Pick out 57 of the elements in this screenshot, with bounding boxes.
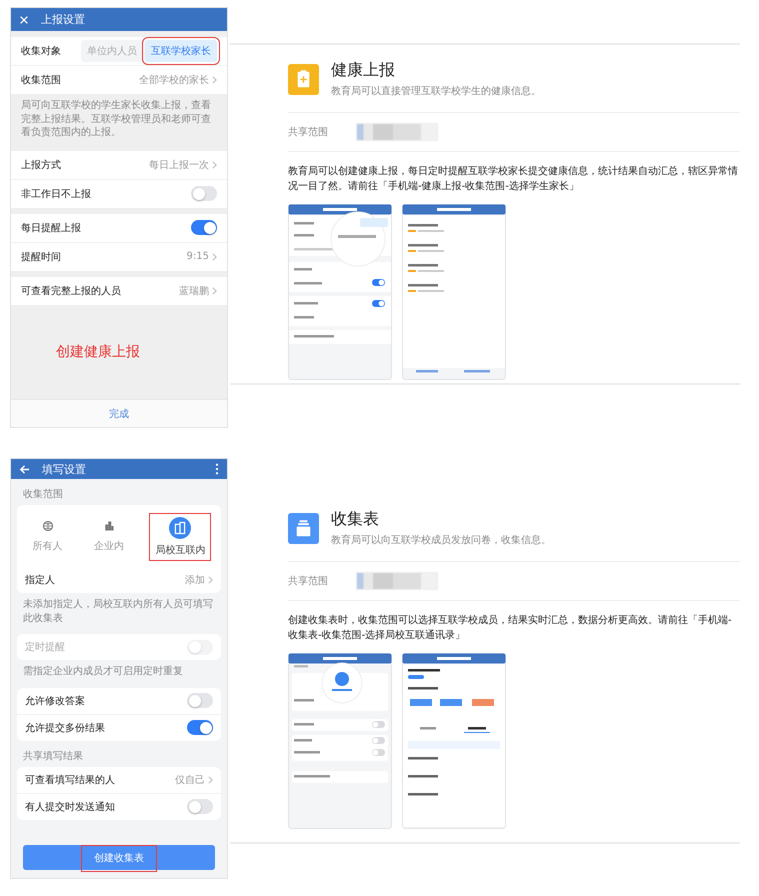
section-label: 共享填写结果: [22, 750, 84, 762]
row-label: 允许提交多份结果: [25, 722, 106, 734]
row-label: 非工作日不上报: [21, 188, 92, 200]
scope-option[interactable]: 局校互联内: [149, 513, 212, 561]
panel-title: 健康上报: [331, 60, 396, 81]
description-text: 教育局可以创建健康上报，每日定时提醒互联学校家长提交健康信息，统计结果自动汇总，辖区异常情况一目了然。请前往「手机端-健康上报-收集范围-选择学生家长」: [288, 164, 739, 194]
row-value[interactable]: 添加: [185, 573, 205, 587]
row-label: 收集范围: [21, 74, 62, 87]
row-label: 提醒时间: [21, 250, 62, 264]
hint-text: 局可向互联学校的学生家长收集上报，查看完整上报结果。互联学校管理员和老师可查看负责范围内的上报。: [20, 98, 212, 140]
row-label: 上报方式: [21, 158, 62, 172]
chevron-icon: [212, 252, 217, 260]
toggle-switch[interactable]: [187, 799, 213, 814]
chevron-icon: [208, 576, 213, 584]
create-button[interactable]: 创建收集表: [23, 845, 215, 870]
chevron-icon: [212, 286, 217, 294]
row-value[interactable]: 每日上报一次: [149, 158, 209, 172]
row-label: 收集对象: [21, 44, 62, 58]
toggle-switch[interactable]: [191, 220, 217, 235]
segment-option[interactable]: 单位内人员: [81, 40, 143, 62]
panel-subtitle: 教育局可以直接管理互联学校学生的健康信息。: [331, 84, 541, 98]
annotation-text: 创建健康上报: [56, 342, 140, 361]
building-icon: [169, 517, 192, 539]
panel-subtitle: 教育局可以向互联学校成员发放问卷，收集信息。: [331, 534, 551, 547]
screen-title: 填写设置: [42, 462, 87, 476]
row-label: 可查看填写结果的人: [25, 774, 116, 786]
toggle-switch[interactable]: [187, 693, 213, 708]
chevron-icon: [212, 160, 217, 168]
chevron-icon: [208, 776, 213, 784]
close-icon[interactable]: [19, 14, 29, 24]
row-label: 指定人: [25, 574, 56, 587]
field-label: 共享范围: [288, 126, 328, 139]
scope-option[interactable]: 所有人: [26, 513, 69, 561]
row-label: 定时提醒: [25, 640, 66, 654]
row-label: 有人提交时发送通知: [25, 800, 116, 814]
back-arrow-icon[interactable]: [19, 464, 30, 474]
row-label: 每日提醒上报: [21, 222, 82, 234]
more-icon[interactable]: [215, 463, 219, 475]
row-value[interactable]: 全部学校的家长: [139, 73, 209, 87]
field-label: 共享范围: [288, 574, 328, 588]
done-button[interactable]: 完成: [11, 399, 227, 427]
toggle-switch[interactable]: [187, 720, 213, 735]
section-label: 收集范围: [22, 488, 64, 501]
row-label: 可查看完整上报的人员: [21, 284, 122, 298]
scope-option[interactable]: 企业内: [88, 513, 130, 561]
toggle-switch[interactable]: [191, 186, 217, 201]
description-text: 创建收集表时，收集范围可以选择互联学校成员，结果实时汇总，数据分析更高效。请前往「手机端-收集表-收集范围-选择局校互联通讯录」: [288, 614, 733, 643]
segment-option[interactable]: 互联学校家长: [145, 40, 217, 62]
row-value[interactable]: 蓝瑞鹏: [179, 284, 209, 298]
row-value[interactable]: 9:15: [186, 251, 209, 262]
hint-text: 未添加指定人，局校互联内所有人员可填写此收集表: [22, 598, 214, 626]
row-value[interactable]: 仅自己: [175, 772, 205, 786]
screen-title: 上报设置: [41, 12, 86, 27]
hint-text: 需指定企业内成员才可启用定时重复: [22, 664, 184, 679]
panel-title: 收集表: [331, 509, 380, 530]
row-label: 允许修改答案: [25, 694, 86, 708]
chevron-icon: [212, 76, 217, 84]
